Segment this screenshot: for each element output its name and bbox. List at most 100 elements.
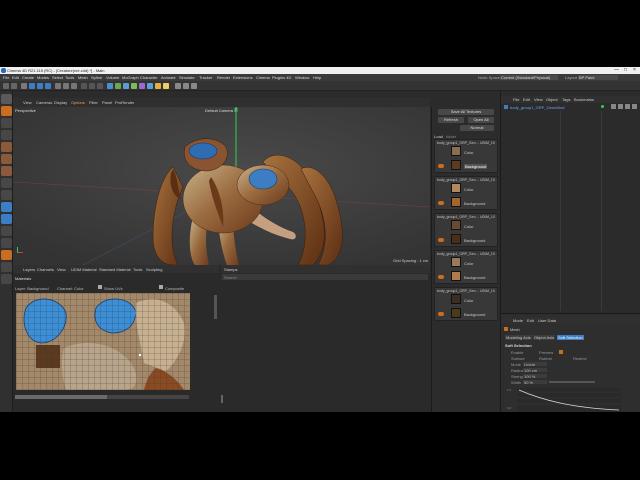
tab-stamps[interactable]: Stamps [224, 267, 238, 272]
uvw-tag-icon[interactable] [618, 104, 623, 109]
solo-icon[interactable] [1, 226, 12, 236]
menu-window[interactable]: Window [295, 75, 309, 80]
material-card[interactable]: body_group1_GRP_Geo… UDIM_10 Color Backg… [434, 176, 498, 210]
texture-tag-icon[interactable] [611, 104, 616, 109]
perspective-viewport[interactable]: Perspective Default Camera •○ Grid Spaci… [13, 107, 430, 265]
floor-icon[interactable] [147, 83, 153, 89]
move-tool-icon[interactable] [29, 83, 35, 89]
render-picture-icon[interactable] [89, 83, 95, 89]
texture-mode-icon[interactable] [1, 130, 12, 140]
background-layer-thumb[interactable] [451, 308, 461, 318]
material-card[interactable]: body_group1_GRP_Geo… UDIM_10 Color Backg… [434, 213, 498, 247]
viewport-menu-display[interactable]: Display [54, 100, 67, 105]
mode-select[interactable]: Linear [523, 362, 547, 367]
axis-mode-icon[interactable] [1, 190, 12, 200]
close-button[interactable]: × [630, 67, 639, 74]
menu-modes[interactable]: Modes [37, 75, 49, 80]
y-axis-icon[interactable] [63, 83, 69, 89]
save-all-textures-button[interactable]: Save All Textures [438, 109, 494, 115]
strength-field[interactable]: 100 % [523, 374, 547, 379]
tab-standard-material[interactable]: Standard Material [99, 267, 131, 272]
menu-create[interactable]: Create [22, 75, 34, 80]
color-layer-thumb[interactable] [451, 146, 461, 156]
snap-icon[interactable] [183, 83, 189, 89]
polygons-mode-icon[interactable] [1, 166, 12, 176]
viewport-menu-prorender[interactable]: ProRender [115, 100, 134, 105]
bp-paint-mode-icon[interactable] [1, 106, 12, 116]
deformer-icon[interactable] [139, 83, 145, 89]
tab-tools[interactable]: Tools [133, 267, 142, 272]
background-layer-thumb[interactable] [451, 234, 461, 244]
fill-icon[interactable] [1, 262, 12, 272]
tab-channels[interactable]: Channels [37, 267, 54, 272]
x-axis-icon[interactable] [55, 83, 61, 89]
width-slider[interactable] [549, 381, 595, 383]
redo-icon[interactable] [11, 83, 17, 89]
visibility-eye-icon[interactable] [438, 312, 444, 316]
workplane-icon[interactable] [175, 83, 181, 89]
menu-character[interactable]: Character [140, 75, 158, 80]
menu-help[interactable]: Help [313, 75, 321, 80]
falloff-curve-graph[interactable] [517, 388, 621, 412]
material-card[interactable]: body_group1_GRP_Geo… UDIM_10 Color Backg… [434, 139, 498, 173]
tab-object-axis[interactable]: Object Axis [533, 335, 556, 340]
model-mode-icon[interactable] [1, 118, 12, 128]
om-menu-view[interactable]: View [534, 97, 543, 102]
visibility-eye-icon[interactable] [438, 164, 444, 168]
material-tag-icon[interactable] [632, 104, 637, 109]
texture-hscroll-thumb[interactable] [15, 395, 107, 399]
color-layer-thumb[interactable] [451, 183, 461, 193]
om-menu-object[interactable]: Object [546, 97, 558, 102]
tab-modeling-axis[interactable]: Modeling Axis [505, 335, 532, 340]
layout-select[interactable]: BP Paint [578, 75, 618, 80]
material-card[interactable]: body_group1_GRP_Geo… UDIM_10 Color Backg… [434, 287, 498, 321]
blend-mode-select[interactable]: Normal [460, 125, 494, 131]
uv-texture-canvas[interactable] [16, 293, 190, 390]
make-editable-icon[interactable] [1, 94, 12, 104]
menu-plugins[interactable]: Plugins 4D [272, 75, 291, 80]
z-axis-icon[interactable] [71, 83, 77, 89]
background-layer-thumb[interactable] [451, 271, 461, 281]
tab-soft-selection[interactable]: Soft Selection [557, 335, 584, 340]
menu-select[interactable]: Select [52, 75, 63, 80]
camera-label[interactable]: Default Camera •○ [205, 108, 238, 113]
composite-checkbox[interactable] [159, 285, 163, 289]
visibility-eye-icon[interactable] [438, 238, 444, 242]
om-menu-edit[interactable]: Edit [523, 97, 530, 102]
visibility-dot-icon[interactable] [601, 105, 604, 108]
tab-layers[interactable]: Layers [23, 267, 35, 272]
background-layer-thumb[interactable] [451, 197, 461, 207]
uv-mode-icon[interactable] [1, 178, 12, 188]
menu-mograph[interactable]: MoGraph [122, 75, 139, 80]
maximize-button[interactable]: □ [621, 67, 630, 74]
stamps-scroll-thumb[interactable] [221, 395, 223, 403]
visibility-eye-icon[interactable] [438, 201, 444, 205]
object-name[interactable]: body_group1_GRP_GeomBod [510, 105, 564, 110]
quantize-icon[interactable] [191, 83, 197, 89]
menu-mesh[interactable]: Mesh [78, 75, 88, 80]
edges-mode-icon[interactable] [1, 154, 12, 164]
viewport-menu-panel[interactable]: Panel [102, 100, 112, 105]
undo-icon[interactable] [3, 83, 9, 89]
phong-tag-icon[interactable] [625, 104, 630, 109]
light-icon[interactable] [163, 83, 169, 89]
menu-volume[interactable]: Volume [106, 75, 119, 80]
viewport-menu-cameras[interactable]: Cameras [36, 100, 52, 105]
om-menu-tags[interactable]: Tags [562, 97, 570, 102]
node-space-select[interactable]: Current (Standard/Physical) [500, 75, 558, 80]
rotate-tool-icon[interactable] [45, 83, 51, 89]
open-all-button[interactable]: Open All [468, 117, 494, 123]
menu-extensions[interactable]: Extensions [233, 75, 253, 80]
menu-render[interactable]: Render [217, 75, 230, 80]
subdivision-icon[interactable] [123, 83, 129, 89]
render-settings-icon[interactable] [97, 83, 103, 89]
menu-tools[interactable]: Tools [65, 75, 74, 80]
minimize-button[interactable]: — [612, 67, 621, 74]
camera-icon[interactable] [155, 83, 161, 89]
viewport-menu-filter[interactable]: Filter [89, 100, 98, 105]
tab-sculpting[interactable]: Sculpting [146, 267, 162, 272]
tab-view[interactable]: View [57, 267, 66, 272]
paint-brush-icon[interactable] [1, 250, 12, 260]
menu-tracker[interactable]: Tracker [199, 75, 212, 80]
viewport-menu-view[interactable]: View [23, 100, 32, 105]
